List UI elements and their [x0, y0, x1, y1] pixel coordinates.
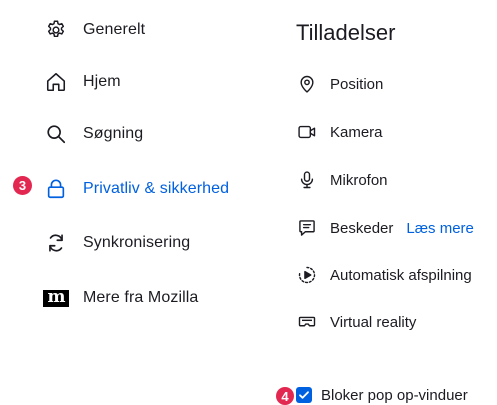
section-title: Tilladelser — [296, 20, 396, 45]
permission-label: Automatisk afspilning — [330, 266, 472, 284]
permission-virtual-reality[interactable]: Virtual reality — [296, 309, 416, 335]
autoplay-icon — [296, 264, 318, 286]
microphone-icon — [296, 169, 318, 191]
search-icon — [43, 121, 69, 147]
lock-icon — [43, 176, 69, 202]
step-badge: 3 — [13, 176, 32, 195]
gear-icon — [43, 17, 69, 43]
sidebar-item-label: Synkronisering — [83, 234, 191, 251]
block-popups-label[interactable]: Bloker pop op-vinduer — [321, 387, 468, 404]
permission-location[interactable]: Position — [296, 71, 383, 97]
block-popups-row: Bloker pop op-vinduer — [296, 384, 468, 405]
permission-label: Position — [330, 75, 384, 93]
sidebar-item-label: Hjem — [83, 73, 121, 90]
sidebar-item-label: Generelt — [83, 21, 146, 38]
sync-icon — [43, 230, 69, 256]
sidebar-item-label: Privatliv & sikkerhed — [83, 180, 230, 197]
permission-label: Beskeder — [330, 219, 394, 237]
sidebar-item-more-from-mozilla[interactable]: m Mere fra Mozilla — [43, 283, 198, 313]
home-icon — [43, 69, 69, 95]
sidebar-item-search[interactable]: Søgning — [43, 119, 143, 149]
permission-notifications[interactable]: Beskeder Læs mere — [296, 215, 474, 241]
permission-camera[interactable]: Kamera — [296, 119, 383, 145]
sidebar-item-privacy-security[interactable]: Privatliv & sikkerhed — [43, 174, 229, 204]
mozilla-logo-icon: m — [43, 285, 69, 311]
sidebar-item-label: Søgning — [83, 125, 144, 142]
vr-headset-icon — [296, 311, 318, 333]
location-icon — [296, 73, 318, 95]
sidebar-item-home[interactable]: Hjem — [43, 67, 121, 97]
permission-label: Kamera — [330, 123, 383, 141]
sidebar-item-label: Mere fra Mozilla — [83, 289, 199, 306]
sidebar-item-general[interactable]: Generelt — [43, 15, 145, 45]
permission-autoplay[interactable]: Automatisk afspilning — [296, 262, 472, 288]
settings-page: Generelt Hjem Søgning 3 Privatliv & sikk… — [0, 0, 497, 405]
notification-icon — [296, 217, 318, 239]
mozilla-logo: m — [43, 289, 69, 307]
sidebar-item-sync[interactable]: Synkronisering — [43, 228, 190, 258]
step-badge: 4 — [276, 387, 294, 405]
checkmark-icon — [299, 391, 309, 399]
permission-label: Mikrofon — [330, 171, 388, 189]
camera-icon — [296, 121, 318, 143]
block-popups-checkbox[interactable] — [296, 387, 312, 403]
learn-more-link[interactable]: Læs mere — [406, 220, 474, 237]
permission-label: Virtual reality — [330, 313, 417, 331]
permission-microphone[interactable]: Mikrofon — [296, 167, 388, 193]
